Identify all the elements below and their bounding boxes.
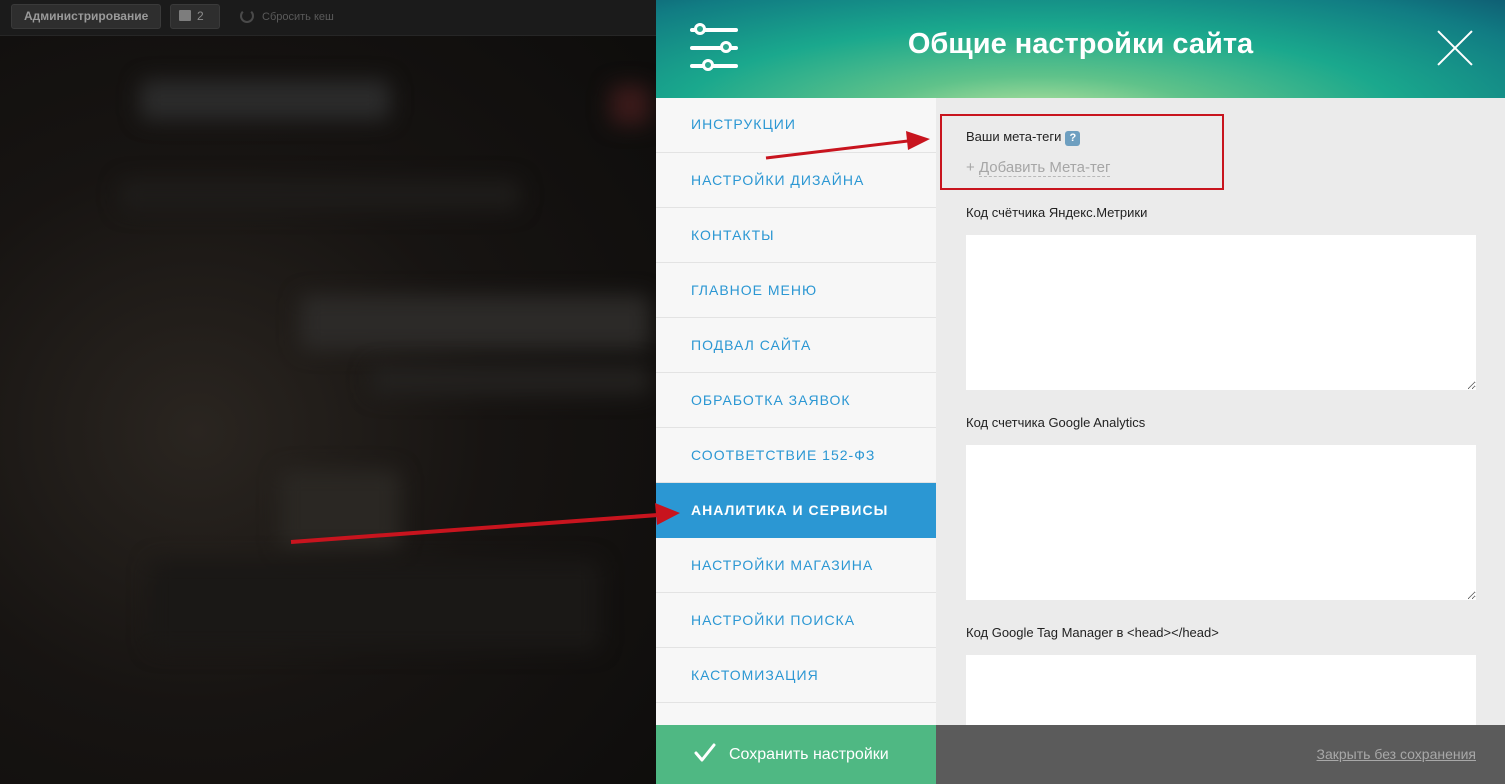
admin-bar: Администрирование 2 Сбросить кеш — [0, 0, 656, 36]
background-blur-shape — [150, 560, 600, 650]
sidebar-item[interactable]: КАСТОМИЗАЦИЯ — [656, 648, 936, 703]
reset-cache-button[interactable]: Сбросить кеш — [240, 9, 334, 23]
sidebar-item[interactable]: АНАЛИТИКА И СЕРВИСЫ — [656, 483, 936, 538]
refresh-icon — [240, 9, 254, 23]
check-icon — [694, 743, 716, 762]
sidebar-item[interactable]: ОБРАБОТКА ЗАЯВОК — [656, 373, 936, 428]
sidebar-item[interactable]: ИНСТРУКЦИИ — [656, 98, 936, 153]
google-analytics-label: Код счетчика Google Analytics — [966, 415, 1146, 430]
yandex-metrika-label: Код счётчика Яндекс.Метрики — [966, 205, 1148, 220]
save-settings-label: Сохранить настройки — [729, 746, 889, 763]
blurred-background-page: Администрирование 2 Сбросить кеш — [0, 0, 656, 784]
sidebar-item[interactable]: НАСТРОЙКИ ПОИСКА — [656, 593, 936, 648]
background-blur-shape — [140, 80, 390, 120]
settings-sidebar: ИНСТРУКЦИИ НАСТРОЙКИ ДИЗАЙНА КОНТАКТЫ ГЛАВН… — [656, 98, 936, 725]
sidebar-item[interactable]: НАСТРОЙКИ ДИЗАЙНА — [656, 153, 936, 208]
sidebar-item[interactable]: НАСТРОЙКИ МАГАЗИНА — [656, 538, 936, 593]
google-tag-manager-textarea[interactable] — [966, 655, 1476, 725]
modal-footer: Закрыть без сохранения — [936, 725, 1505, 784]
background-blur-shape — [300, 295, 650, 350]
annotation-highlight-box — [940, 114, 1224, 190]
notification-icon — [179, 10, 191, 21]
modal-header: Общие настройки сайта — [656, 0, 1505, 98]
google-tag-manager-label: Код Google Tag Manager в <head></head> — [966, 625, 1219, 640]
sidebar-item[interactable]: СООТВЕТСТВИЕ 152-ФЗ — [656, 428, 936, 483]
sidebar-item[interactable]: ГЛАВНОЕ МЕНЮ — [656, 263, 936, 318]
sidebar-item[interactable]: ПОДВАЛ САЙТА — [656, 318, 936, 373]
close-without-saving-link[interactable]: Закрыть без сохранения — [1317, 746, 1476, 762]
background-blur-shape — [120, 180, 520, 210]
admin-button[interactable]: Администрирование — [11, 4, 162, 29]
yandex-metrika-textarea[interactable] — [966, 235, 1476, 390]
settings-content: Ваши мета-теги? + Добавить Мета-тег Код … — [936, 98, 1505, 725]
save-settings-button[interactable]: Сохранить настройки — [656, 725, 936, 784]
close-icon[interactable] — [1436, 29, 1474, 67]
notifications-button[interactable]: 2 — [170, 4, 220, 29]
modal-title: Общие настройки сайта — [907, 28, 1254, 60]
background-blur-shape — [280, 470, 400, 550]
notifications-count: 2 — [197, 9, 204, 23]
background-blur-shape — [370, 365, 650, 395]
background-blur-shape — [610, 85, 650, 125]
reset-cache-label: Сбросить кеш — [262, 11, 334, 23]
google-analytics-textarea[interactable] — [966, 445, 1476, 600]
sidebar-item[interactable]: КОНТАКТЫ — [656, 208, 936, 263]
